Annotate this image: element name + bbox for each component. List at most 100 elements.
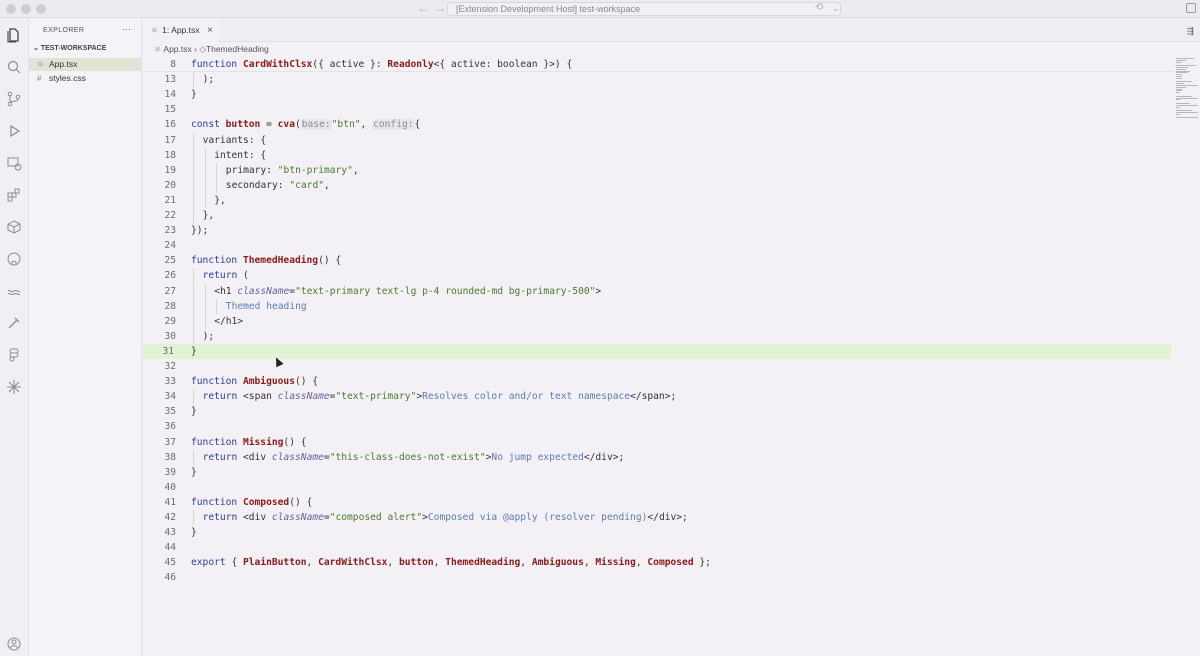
- code-line[interactable]: 38 return <div className="this-class-does…: [143, 449, 1173, 465]
- github-icon[interactable]: [6, 251, 22, 267]
- code-line[interactable]: 40: [143, 480, 1173, 495]
- code-line[interactable]: 24: [143, 238, 1173, 253]
- line-number[interactable]: 14: [143, 87, 176, 102]
- close-icon[interactable]: ×: [207, 19, 213, 42]
- close-window-button[interactable]: [6, 4, 16, 14]
- code-line[interactable]: 39}: [143, 465, 1173, 480]
- remote-explorer-icon[interactable]: [6, 155, 22, 171]
- line-number[interactable]: 36: [143, 419, 176, 434]
- chevron-down-icon[interactable]: ⌄: [832, 3, 840, 14]
- line-number[interactable]: 25: [143, 253, 176, 268]
- line-number[interactable]: 35: [143, 404, 176, 419]
- run-debug-icon[interactable]: [6, 123, 22, 139]
- line-number[interactable]: 28: [143, 299, 176, 314]
- figma-icon[interactable]: [6, 347, 22, 363]
- line-number[interactable]: 45: [143, 555, 176, 570]
- code-line[interactable]: 46: [143, 570, 1173, 585]
- line-number[interactable]: 19: [143, 163, 176, 178]
- line-number[interactable]: 15: [143, 102, 176, 117]
- line-number[interactable]: 44: [143, 540, 176, 555]
- line-number[interactable]: 42: [143, 510, 176, 525]
- code-editor[interactable]: 8 function CardWithClsx({ active }: Reado…: [143, 57, 1173, 656]
- code-line[interactable]: 22},: [143, 208, 1173, 224]
- line-number[interactable]: 31: [143, 344, 174, 359]
- line-number[interactable]: 24: [143, 238, 176, 253]
- code-line[interactable]: 18 intent: {: [143, 147, 1173, 163]
- code-line[interactable]: 43}: [143, 525, 1173, 540]
- line-number[interactable]: 26: [143, 268, 176, 283]
- code-line[interactable]: 32: [143, 359, 1173, 374]
- extensions-icon[interactable]: [6, 187, 22, 203]
- line-number[interactable]: 43: [143, 525, 176, 540]
- line-number[interactable]: 37: [143, 435, 176, 450]
- tab-app-tsx[interactable]: ⚛ 1: App.tsx ×: [143, 19, 219, 42]
- code-line[interactable]: 35}: [143, 404, 1173, 419]
- line-number[interactable]: 39: [143, 465, 176, 480]
- more-actions-icon[interactable]: ···: [122, 24, 131, 34]
- line-number[interactable]: 17: [143, 133, 176, 148]
- code-line[interactable]: 21},: [143, 192, 1173, 208]
- line-number[interactable]: 41: [143, 495, 176, 510]
- code-line[interactable]: 36: [143, 419, 1173, 434]
- line-number[interactable]: 34: [143, 389, 176, 404]
- code-line[interactable]: 30);: [143, 328, 1173, 344]
- line-number[interactable]: 18: [143, 148, 176, 163]
- line-number[interactable]: 16: [143, 117, 176, 132]
- code-line[interactable]: 27 <h1 className="text-primary text-lg p-…: [143, 283, 1173, 299]
- breadcrumb-file[interactable]: App.tsx: [163, 44, 191, 54]
- maximize-window-button[interactable]: [36, 4, 46, 14]
- code-line[interactable]: 29 </h1>: [143, 313, 1173, 329]
- line-number[interactable]: 27: [143, 284, 176, 299]
- code-line[interactable]: 33 function Ambiguous() {: [143, 374, 1173, 389]
- code-line[interactable]: 31}: [143, 343, 1171, 359]
- split-editor-icon[interactable]: ⇶: [1186, 26, 1194, 37]
- line-number[interactable]: 8: [143, 57, 176, 72]
- code-line[interactable]: 44: [143, 540, 1173, 555]
- code-line[interactable]: 45 export { PlainButton, CardWithClsx, bu…: [143, 555, 1173, 570]
- docker-icon[interactable]: [6, 283, 22, 299]
- file-item-app-tsx[interactable]: ⚛ App.tsx: [29, 58, 141, 71]
- breadcrumb-symbol[interactable]: ThemedHeading: [206, 44, 269, 54]
- code-line[interactable]: 14}: [143, 87, 1173, 102]
- layout-icon[interactable]: [1186, 3, 1196, 13]
- line-number[interactable]: 38: [143, 450, 176, 465]
- copilot-icon[interactable]: ⟲: [815, 2, 823, 13]
- package-icon[interactable]: [6, 219, 22, 235]
- line-number[interactable]: 32: [143, 359, 176, 374]
- code-line[interactable]: 25 function ThemedHeading() {: [143, 253, 1173, 268]
- line-number[interactable]: 21: [143, 193, 176, 208]
- line-number[interactable]: 33: [143, 374, 176, 389]
- code-line[interactable]: 8 function CardWithClsx({ active }: Reado…: [143, 57, 1173, 73]
- code-line[interactable]: 19 primary: "btn-primary",: [143, 162, 1173, 178]
- account-icon[interactable]: [6, 636, 22, 652]
- code-line[interactable]: 13);: [143, 72, 1173, 88]
- code-line[interactable]: 34 return <span className="text-primary">…: [143, 389, 1173, 405]
- code-line[interactable]: 15: [143, 102, 1173, 117]
- code-line[interactable]: 20 secondary: "card",: [143, 177, 1173, 193]
- code-line[interactable]: 42 return <div className="composed alert"…: [143, 510, 1173, 526]
- code-line[interactable]: 23});: [143, 223, 1173, 238]
- code-line[interactable]: 17 variants: {: [143, 132, 1173, 148]
- line-number[interactable]: 40: [143, 480, 176, 495]
- code-line[interactable]: 28 Themed heading: [143, 298, 1173, 314]
- source-control-icon[interactable]: [6, 91, 22, 107]
- forward-arrow-icon[interactable]: →: [434, 1, 446, 15]
- line-number[interactable]: 22: [143, 208, 176, 223]
- line-number[interactable]: 23: [143, 223, 176, 238]
- back-arrow-icon[interactable]: ←: [417, 1, 429, 15]
- sparkle-icon[interactable]: [6, 379, 22, 395]
- line-number[interactable]: 46: [143, 570, 176, 585]
- minimize-window-button[interactable]: [21, 4, 31, 14]
- command-center[interactable]: [Extension Development Host] test-worksp…: [447, 2, 841, 16]
- code-line[interactable]: 26 return (: [143, 268, 1173, 284]
- minimap[interactable]: [1174, 57, 1200, 127]
- testing-icon[interactable]: [6, 315, 22, 331]
- code-line[interactable]: 41 function Composed() {: [143, 495, 1173, 510]
- line-number[interactable]: 30: [143, 329, 176, 344]
- workspace-folder[interactable]: ⌄ TEST-WORKSPACE: [33, 44, 106, 52]
- file-item-styles-css[interactable]: # styles.css: [29, 72, 141, 85]
- line-number[interactable]: 20: [143, 178, 176, 193]
- line-number[interactable]: 29: [143, 314, 176, 329]
- code-line[interactable]: 37 function Missing() {: [143, 435, 1173, 450]
- code-line[interactable]: 16 const button = cva(base:"btn", config:…: [143, 117, 1173, 132]
